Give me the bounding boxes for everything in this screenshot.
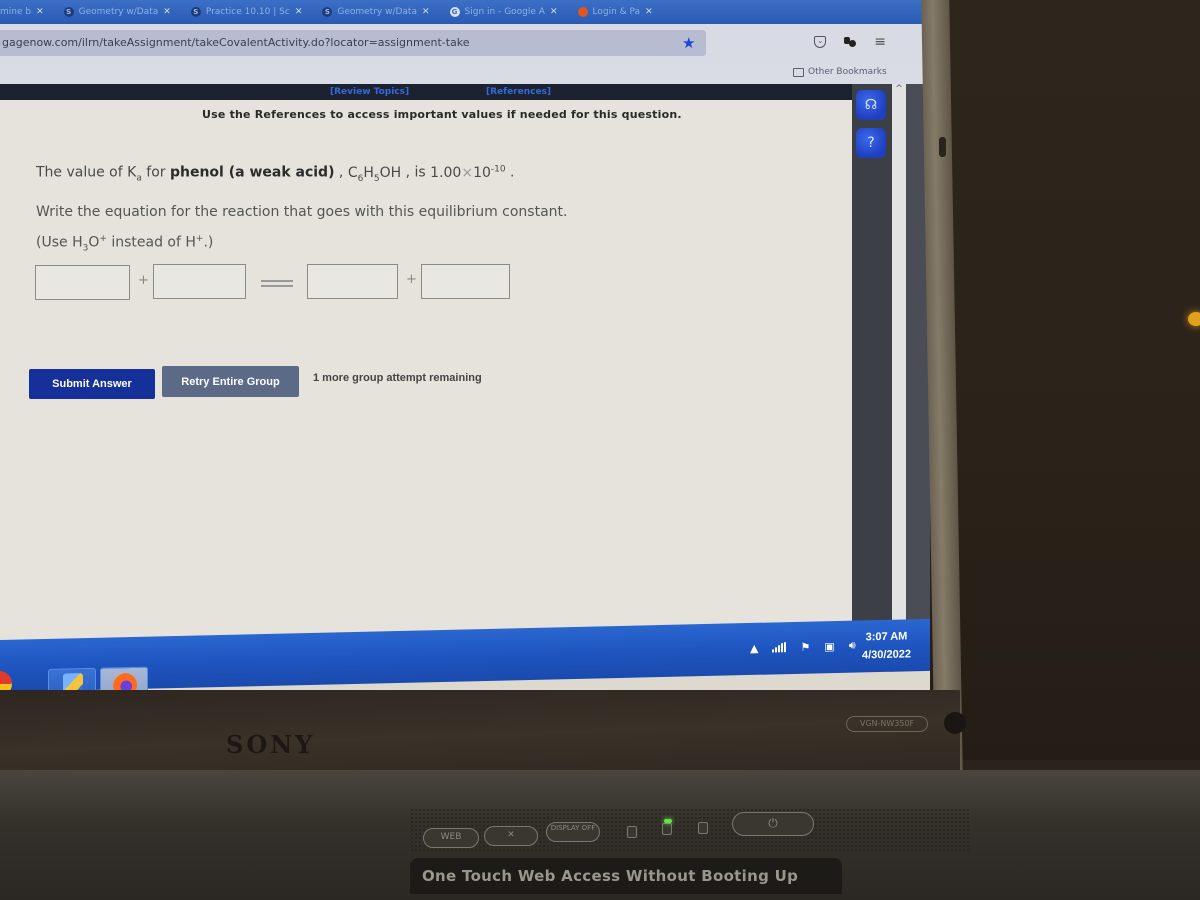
tab-label: Geometry w/Data xyxy=(78,7,159,17)
display-off-hardware-button[interactable]: DISPLAY OFF xyxy=(546,822,600,842)
control-panel-icon xyxy=(63,673,83,690)
chemical-formula: C6H5OH xyxy=(347,164,402,184)
bookmark-star-icon[interactable]: ★ xyxy=(682,34,695,52)
room-light xyxy=(1188,312,1200,326)
tab-label: Sign in - Google A xyxy=(464,7,545,17)
retry-entire-group-button[interactable]: Retry Entire Group xyxy=(162,366,299,397)
drive-indicator-icon xyxy=(627,826,637,838)
tab-close-icon[interactable]: ✕ xyxy=(36,7,44,17)
ka-value: 1.00×10-10 xyxy=(430,164,506,181)
scroll-up-icon[interactable]: ^ xyxy=(892,84,906,96)
question-top-bar: [Review Topics] [References] xyxy=(0,84,868,100)
network-icon[interactable]: ▣ xyxy=(824,640,834,653)
tab-close-icon[interactable]: ✕ xyxy=(422,7,430,17)
bezel-dot xyxy=(944,712,966,734)
tab-label: mine b xyxy=(0,7,32,17)
power-indicator-icon xyxy=(662,819,672,835)
battery-indicator-icon xyxy=(698,822,708,834)
tab-close-icon[interactable]: ✕ xyxy=(295,7,303,17)
browser-tab[interactable]: S Geometry w/Data ✕ xyxy=(54,3,181,21)
h3o-note: (Use H3O+ instead of H+.) xyxy=(36,234,214,254)
taskbar-clock[interactable]: 3:07 AM 4/30/2022 xyxy=(862,627,911,664)
browser-tab[interactable]: S Practice 10.10 | Sc ✕ xyxy=(181,3,313,21)
bezel-latch xyxy=(939,137,946,157)
model-badge: VGN-NW350F xyxy=(846,716,928,732)
url-text: gagenow.com/ilrn/takeAssignment/takeCova… xyxy=(2,36,470,49)
tools-sidebar: ☊ ? xyxy=(852,84,892,640)
firefox-icon xyxy=(577,7,588,17)
url-bar[interactable]: gagenow.com/ilrn/takeAssignment/takeCova… xyxy=(0,30,706,56)
references-instruction: Use the References to access important v… xyxy=(202,108,682,121)
system-tray: ▲ ⚑ ▣ 🔊︎ xyxy=(750,639,856,655)
firefox-icon xyxy=(113,672,137,690)
tab-close-icon[interactable]: ✕ xyxy=(645,7,653,17)
laptop-bezel-bottom xyxy=(0,690,960,780)
reactant-2-input[interactable] xyxy=(153,264,246,299)
pocket-icon[interactable]: ⌄ xyxy=(814,36,827,48)
reactant-1-input[interactable] xyxy=(35,265,130,300)
mute-hardware-button[interactable]: ✕ xyxy=(484,826,538,846)
headset-icon[interactable]: ☊ xyxy=(856,90,886,120)
browser-nav-bar: gagenow.com/ilrn/takeAssignment/takeCova… xyxy=(0,24,930,64)
tab-close-icon[interactable]: ✕ xyxy=(550,7,558,17)
taskbar-firefox[interactable] xyxy=(100,666,148,690)
review-topics-link[interactable]: [Review Topics] xyxy=(330,87,409,97)
s-icon: S xyxy=(63,7,74,17)
volume-icon[interactable]: 🔊︎ xyxy=(849,639,856,653)
browser-tab[interactable]: Login & Pa ✕ xyxy=(568,3,663,21)
help-icon[interactable]: ? xyxy=(856,128,886,158)
start-button[interactable] xyxy=(0,670,12,690)
tab-close-icon[interactable]: ✕ xyxy=(163,7,171,17)
show-hidden-icon[interactable]: ▲ xyxy=(750,641,758,654)
browser-tab[interactable]: S Geometry w/Data ✕ xyxy=(312,3,439,21)
s-icon: S xyxy=(322,7,333,17)
action-center-flag-icon[interactable]: ⚑ xyxy=(800,640,810,653)
menu-icon[interactable]: ≡ xyxy=(874,35,886,49)
other-bookmarks-label: Other Bookmarks xyxy=(808,67,887,77)
question-text: The value of Ka for phenol (a weak acid)… xyxy=(36,164,515,184)
page-scrollbar[interactable]: ^ v xyxy=(892,84,906,640)
browser-tab[interactable]: G Sign in - Google A ✕ xyxy=(440,3,568,21)
bookmarks-bar: Other Bookmarks xyxy=(0,64,930,84)
tab-label: Login & Pa xyxy=(592,7,641,17)
power-button[interactable]: ⏻ xyxy=(732,812,814,836)
folder-icon xyxy=(793,67,804,77)
taskbar-control-panel[interactable] xyxy=(48,667,96,690)
google-icon: G xyxy=(449,7,460,17)
product-2-input[interactable] xyxy=(421,264,510,299)
tab-label: Practice 10.10 | Sc xyxy=(205,7,290,17)
laptop-screen: mine b ✕ S Geometry w/Data ✕ S Practice … xyxy=(0,0,930,690)
one-touch-label: One Touch Web Access Without Booting Up xyxy=(410,858,842,894)
sony-logo: SONY xyxy=(226,730,316,759)
question-page: [Review Topics] [References] Use the Ref… xyxy=(0,84,868,640)
browser-tab-strip: mine b ✕ S Geometry w/Data ✕ S Practice … xyxy=(0,0,930,24)
plus-sign: + xyxy=(406,272,417,287)
extension-icon[interactable] xyxy=(844,36,857,48)
references-link[interactable]: [References] xyxy=(486,87,551,97)
clock-date: 4/30/2022 xyxy=(862,648,911,662)
other-bookmarks-button[interactable]: Other Bookmarks xyxy=(793,67,887,77)
tab-label: Geometry w/Data xyxy=(337,7,417,17)
room-background xyxy=(930,0,1200,760)
compound-name: phenol (a weak acid) xyxy=(169,164,335,181)
web-hardware-button[interactable]: WEB xyxy=(423,828,479,848)
plus-sign: + xyxy=(138,273,149,288)
submit-answer-button[interactable]: Submit Answer xyxy=(29,369,155,399)
clock-time: 3:07 AM xyxy=(865,630,908,644)
equation-prompt: Write the equation for the reaction that… xyxy=(36,204,568,220)
equation-row: + + xyxy=(35,264,525,300)
toolbar-icons: ⌄ ≡ xyxy=(814,35,886,49)
attempts-remaining-text: 1 more group attempt remaining xyxy=(313,372,482,384)
browser-tab[interactable]: mine b ✕ xyxy=(0,3,54,21)
s-icon: S xyxy=(190,7,201,17)
equilibrium-arrow-icon xyxy=(261,278,295,288)
product-1-input[interactable] xyxy=(307,264,398,299)
signal-icon[interactable] xyxy=(772,642,787,653)
